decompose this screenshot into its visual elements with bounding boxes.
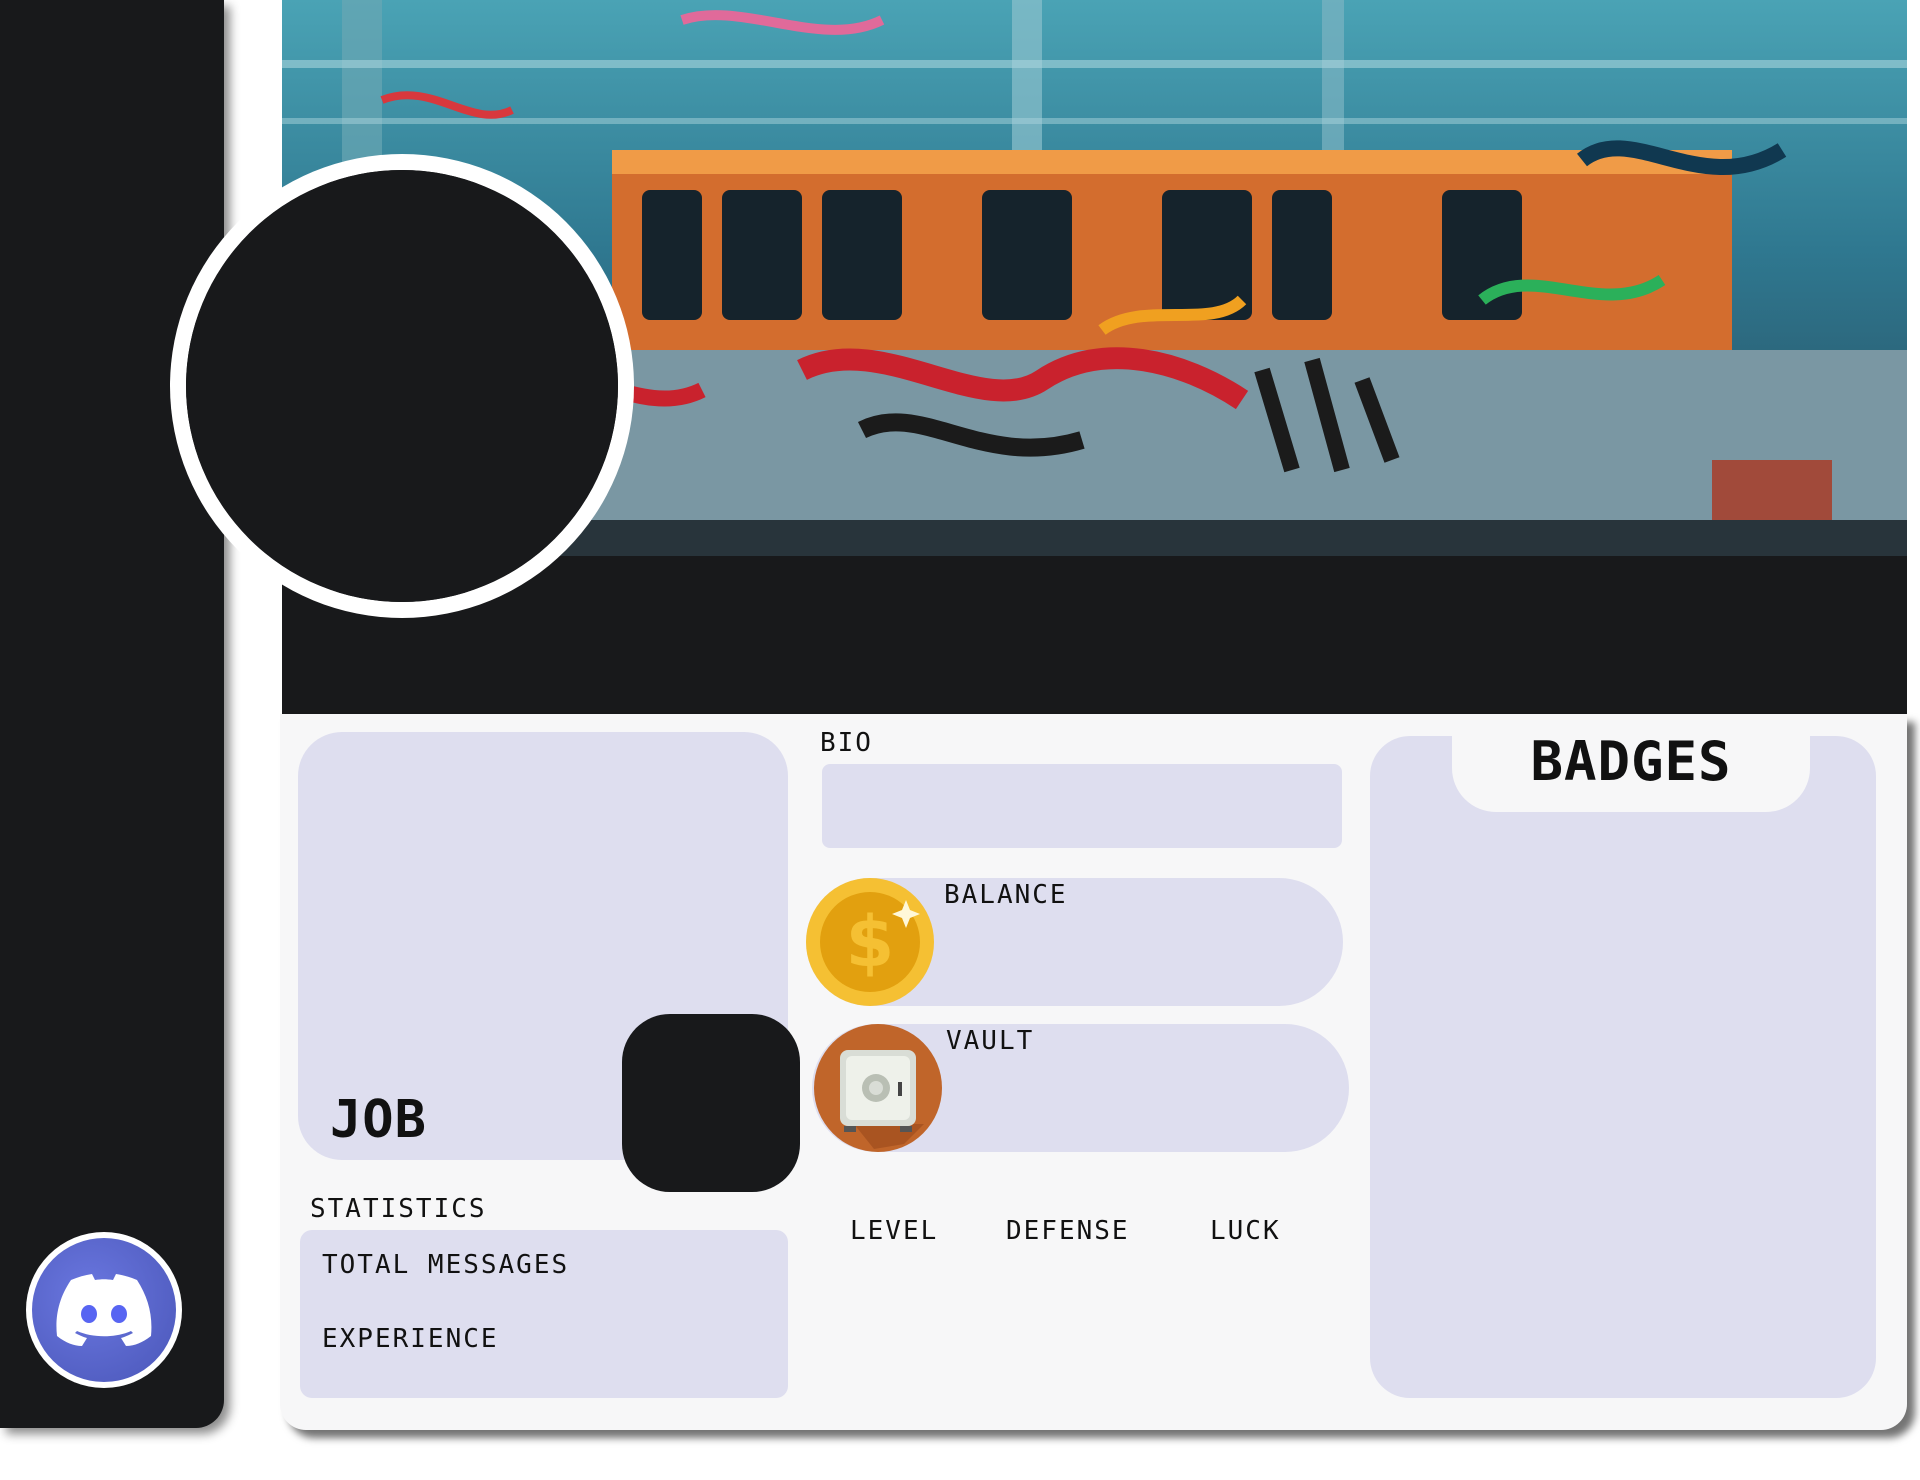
statistics-title: STATISTICS bbox=[310, 1194, 487, 1224]
discord-button[interactable] bbox=[26, 1232, 182, 1388]
left-sidebar bbox=[0, 0, 224, 1428]
vault-label: VAULT bbox=[946, 1026, 1035, 1056]
experience-label: EXPERIENCE bbox=[322, 1324, 499, 1354]
level-label: LEVEL bbox=[850, 1216, 939, 1246]
job-icon-slot bbox=[622, 1014, 800, 1192]
discord-icon bbox=[32, 1238, 176, 1382]
banner-dark-strip bbox=[282, 556, 1907, 714]
defense-label: DEFENSE bbox=[1006, 1216, 1130, 1246]
balance-label: BALANCE bbox=[944, 880, 1068, 910]
safe-icon bbox=[814, 1024, 942, 1152]
dollar-coin-icon: $ bbox=[806, 878, 934, 1006]
job-label: JOB bbox=[330, 1090, 427, 1150]
avatar-image bbox=[186, 170, 618, 602]
badges-label: BADGES bbox=[1530, 730, 1732, 793]
bio-box bbox=[822, 764, 1342, 848]
bio-label: BIO bbox=[820, 728, 873, 758]
luck-label: LUCK bbox=[1210, 1216, 1281, 1246]
svg-text:$: $ bbox=[846, 901, 895, 983]
total-messages-label: TOTAL MESSAGES bbox=[322, 1250, 570, 1280]
badges-panel bbox=[1370, 736, 1876, 1398]
